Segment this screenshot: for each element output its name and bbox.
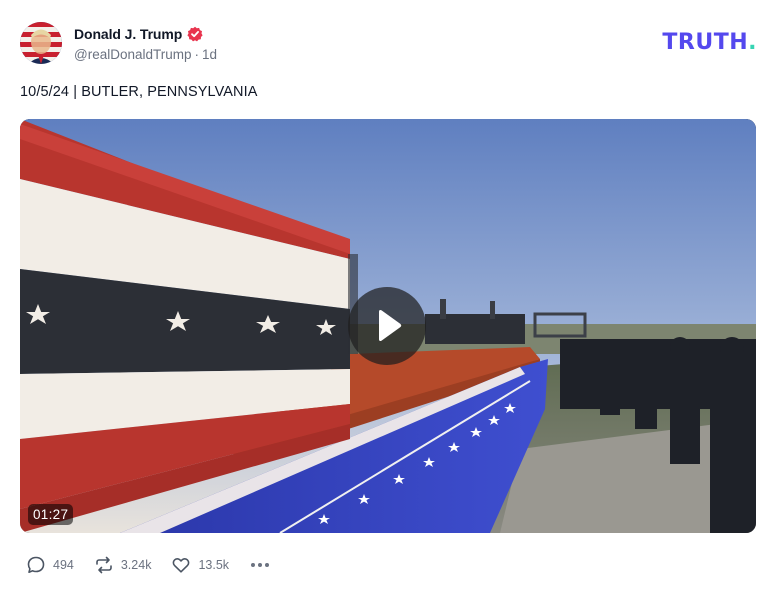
- verified-badge-icon: [187, 26, 203, 42]
- post-actions: 494 3.24k 13.5k: [26, 555, 270, 575]
- heart-icon: [173, 557, 190, 573]
- logo-text: TRUTH: [662, 30, 749, 55]
- like-button[interactable]: 13.5k: [171, 555, 229, 575]
- separator: ·: [194, 47, 200, 62]
- post-time[interactable]: 1d: [202, 47, 217, 62]
- reply-icon: [27, 556, 45, 573]
- author-name[interactable]: Donald J. Trump: [74, 26, 182, 42]
- avatar[interactable]: [20, 22, 62, 64]
- dot-3: [265, 563, 270, 567]
- retruth-count: 3.24k: [120, 558, 152, 572]
- logo-dot: .: [748, 30, 757, 55]
- like-count: 13.5k: [198, 558, 230, 572]
- post-text: 10/5/24 | BUTLER, PENNSYLVANIA: [20, 84, 258, 100]
- dot-2: [258, 563, 263, 567]
- reply-count: 494: [53, 558, 74, 572]
- handle-row: @realDonaldTrump · 1d: [74, 47, 217, 62]
- dot-1: [251, 563, 256, 567]
- reply-button[interactable]: 494: [26, 555, 74, 575]
- play-icon: [379, 309, 402, 342]
- author-handle[interactable]: @realDonaldTrump: [74, 47, 192, 62]
- retruth-icon: [96, 556, 112, 574]
- post-header: Donald J. Trump @realDonaldTrump · 1d TRUT…: [20, 22, 757, 66]
- truth-logo[interactable]: TRUTH.: [662, 30, 757, 55]
- play-button[interactable]: [348, 287, 426, 365]
- more-options-icon[interactable]: [249, 563, 270, 567]
- author-block: Donald J. Trump @realDonaldTrump · 1d: [74, 24, 217, 62]
- retruth-button[interactable]: 3.24k: [94, 555, 152, 575]
- video-player[interactable]: 01:27: [20, 119, 756, 533]
- video-duration: 01:27: [28, 504, 74, 525]
